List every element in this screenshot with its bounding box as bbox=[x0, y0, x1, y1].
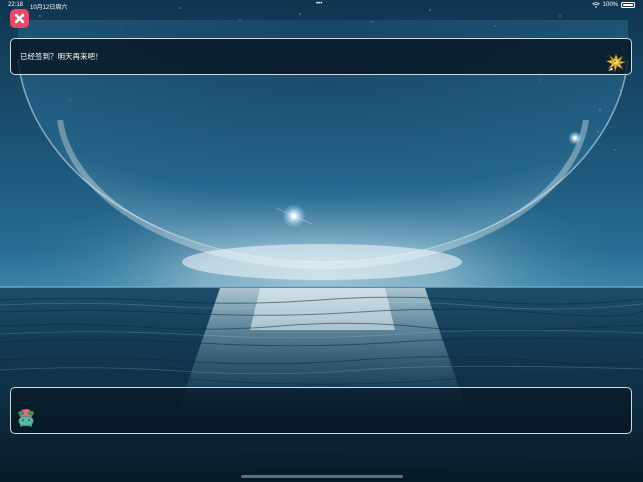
battery-percent: 100% bbox=[602, 2, 618, 8]
multitasking-dots[interactable]: ••• bbox=[316, 1, 322, 7]
status-indicators: 100% bbox=[591, 2, 635, 8]
status-time: 22:18 bbox=[8, 2, 24, 8]
status-bar: 22:18 10月12日周六 ••• 100% bbox=[0, 0, 643, 12]
main-screen: 22:18 10月12日周六 ••• 100% 已经签到？明天再来吧！ bbox=[0, 0, 643, 482]
wifi-icon bbox=[591, 2, 600, 8]
close-button[interactable] bbox=[10, 9, 29, 28]
pokemon-sprite-plant bbox=[17, 408, 35, 427]
message-bubble-top: 已经签到？明天再来吧！ bbox=[10, 38, 632, 75]
message-bubble-bottom bbox=[10, 387, 632, 434]
close-icon bbox=[14, 13, 25, 24]
checkin-message: 已经签到？明天再来吧！ bbox=[20, 52, 103, 61]
pokemon-sprite-yellow bbox=[605, 53, 627, 73]
home-indicator[interactable] bbox=[241, 475, 403, 478]
battery-icon bbox=[621, 2, 635, 8]
status-date: 10月12日周六 bbox=[30, 5, 68, 11]
